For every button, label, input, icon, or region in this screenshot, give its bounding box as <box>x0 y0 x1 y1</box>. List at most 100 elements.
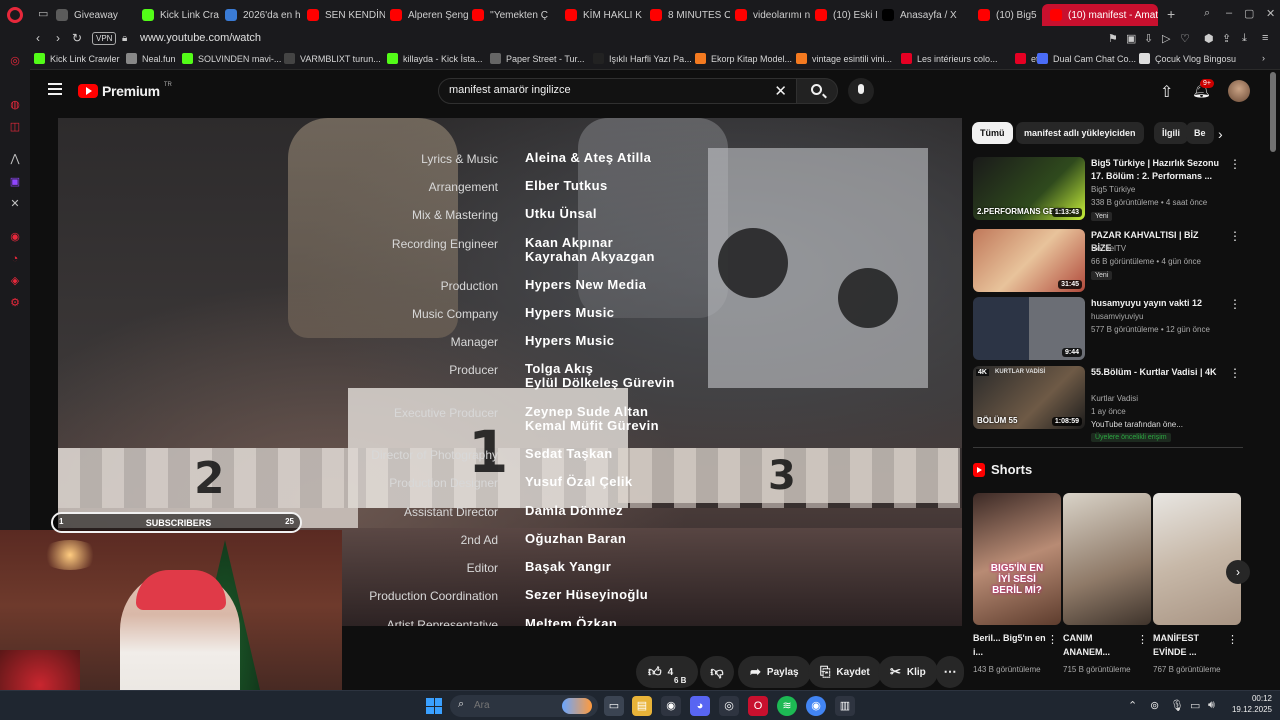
short-thumbnail[interactable] <box>1063 493 1151 625</box>
bookmark-item[interactable]: et <box>1015 53 1039 64</box>
maximize-icon[interactable]: ▢ <box>1244 7 1254 20</box>
browser-tab[interactable]: SEN KENDİNİ <box>307 4 385 26</box>
browser-tab[interactable]: (10) Big5 Tür <box>978 4 1038 26</box>
more-actions-button[interactable]: ⋯ <box>936 656 964 688</box>
back-icon[interactable]: ‹ <box>36 31 40 45</box>
scrollbar-thumb[interactable] <box>1270 72 1276 152</box>
video-thumbnail[interactable]: 9:44 <box>973 297 1085 360</box>
more-vertical-icon[interactable]: ⋮ <box>1229 366 1241 380</box>
browser-tab[interactable]: ''Yemekten Ç <box>472 4 560 26</box>
bookmark-item[interactable]: Kick Link Crawler <box>34 53 120 64</box>
taskbar-search[interactable]: ⌕ <box>450 695 598 717</box>
share-icon[interactable]: ⇪ <box>1222 32 1231 45</box>
recommended-video[interactable]: BÖLÜM 55 4K KURTLAR VADİSİ 1:08:59 55.Bölüm … <box>973 366 1243 442</box>
recommended-video[interactable]: 2.PERFORMANS GECE 1:13:43 Big5 Türkiye | H… <box>973 157 1243 221</box>
lock-icon[interactable]: 🔒︎ <box>122 33 127 44</box>
app-icon[interactable]: ▥ <box>835 696 855 716</box>
bookmark-item[interactable]: SOLVINDEN mavi-... <box>182 53 281 64</box>
opera-taskbar-icon[interactable]: O <box>748 696 768 716</box>
bookmarks-more-icon[interactable]: › <box>1262 53 1265 63</box>
youtube-logo[interactable]: Premium TR <box>78 82 172 99</box>
filter-chip[interactable]: manifest adlı yükleyiciden <box>1016 122 1144 144</box>
hamburger-menu-icon[interactable] <box>48 83 62 95</box>
bookmark-item[interactable]: Dual Cam Chat Co... <box>1037 53 1136 64</box>
browser-tab[interactable]: Giveaway <box>56 4 136 26</box>
page-scrollbar[interactable] <box>1270 72 1276 687</box>
new-tab-button[interactable]: + <box>1167 6 1175 22</box>
video-title[interactable]: Big5 Türkiye | Hazırlık Sezonu 17. Bölüm… <box>1091 157 1221 183</box>
bookmark-item[interactable]: Ekorp Kitap Model... <box>695 53 792 64</box>
tab-menu-icon[interactable]: ▭ <box>38 7 48 20</box>
task-view-icon[interactable]: ▭ <box>604 696 624 716</box>
bookmark-item[interactable]: VARMBLIXT turun... <box>284 53 381 64</box>
tray-expand-icon[interactable]: ⌃ <box>1128 699 1137 712</box>
filter-chip[interactable]: İlgili <box>1154 122 1188 144</box>
search-tabs-icon[interactable]: ⌕ <box>1204 7 1210 20</box>
bookmark-item[interactable]: Işıklı Harfli Yazı Pa... <box>593 53 692 64</box>
short-thumbnail[interactable] <box>1153 493 1241 625</box>
chrome-icon[interactable]: ◉ <box>806 696 826 716</box>
obs-icon[interactable]: ◉ <box>661 696 681 716</box>
voice-search-mic-icon[interactable] <box>848 78 874 104</box>
filter-chip[interactable]: Be <box>1186 122 1214 144</box>
file-explorer-icon[interactable]: ▤ <box>632 696 652 716</box>
discord-icon[interactable]: ◕ <box>690 696 710 716</box>
bookmark-item[interactable]: Les intérieurs colo... <box>901 53 998 64</box>
spotify-icon[interactable]: ≋ <box>777 696 797 716</box>
search-input[interactable] <box>449 84 769 96</box>
dislike-button[interactable]: 👎︎ <box>700 656 734 688</box>
short-title[interactable]: MANİFEST EVİNDE ... <box>1153 631 1229 659</box>
share-button[interactable]: ➦ Paylaş <box>738 656 811 688</box>
volume-icon[interactable]: 🔊︎ <box>1208 699 1215 712</box>
minimize-icon[interactable]: – <box>1226 7 1232 19</box>
browser-tab[interactable]: 8 MINUTES O <box>650 4 730 26</box>
browser-tab[interactable]: 2026'da en h <box>225 4 303 26</box>
sidebar-kick-icon[interactable]: ⋀ <box>8 152 22 166</box>
player-icon[interactable]: ▷ <box>1162 32 1170 45</box>
save-button[interactable]: ⎘ Kaydet <box>808 656 882 688</box>
more-vertical-icon[interactable]: ⋮ <box>1229 297 1241 311</box>
sidebar-player-icon[interactable]: ◉ <box>8 230 22 244</box>
menu-icon[interactable]: ≡ <box>1262 32 1268 44</box>
video-thumbnail[interactable]: 2.PERFORMANS GECE 1:13:43 <box>973 157 1085 220</box>
bookmark-item[interactable]: Neal.fun <box>126 53 176 64</box>
sidebar-x-icon[interactable]: ✕ <box>8 197 22 211</box>
url-field[interactable]: www.youtube.com/watch <box>140 32 261 44</box>
like-button[interactable]: 👍︎ 4 6 B <box>636 656 698 688</box>
create-upload-icon[interactable]: ⇧ <box>1160 82 1173 102</box>
tray-app-icon[interactable]: ⊚ <box>1150 699 1159 712</box>
more-vertical-icon[interactable]: ⋮ <box>1229 229 1241 243</box>
browser-tab[interactable]: Anasayfa / X <box>882 4 974 26</box>
sidebar-twitch-icon[interactable]: ▣ <box>8 175 22 189</box>
channel-name[interactable]: RechelTV <box>1091 244 1126 253</box>
video-title[interactable]: husamyuyu yayın vakti 12 <box>1091 297 1221 310</box>
mic-tray-icon[interactable]: 🎙︎ <box>1170 699 1184 712</box>
download-icon[interactable]: ⤓ <box>1242 32 1247 45</box>
vpn-badge[interactable]: VPN <box>92 32 117 45</box>
reload-icon[interactable]: ↻ <box>72 31 82 45</box>
video-thumbnail[interactable]: 31:45 <box>973 229 1085 292</box>
network-icon[interactable]: ▭ <box>1190 699 1200 712</box>
more-vertical-icon[interactable]: ⋮ <box>1137 633 1148 646</box>
sidebar-pinboard-icon[interactable]: ◈ <box>8 274 22 288</box>
bookmark-item[interactable]: vintage esintili vini... <box>796 53 892 64</box>
taskbar-search-input[interactable] <box>474 700 554 711</box>
bookmark-item[interactable]: Çocuk Vlog Bingosu <box>1139 53 1236 64</box>
sidebar-instagram-icon[interactable]: ◫ <box>8 120 22 134</box>
bookmark-icon[interactable]: ⚑ <box>1108 32 1118 45</box>
taskbar-clock[interactable]: 00:12 19.12.2025 <box>1226 693 1272 715</box>
more-vertical-icon[interactable]: ⋮ <box>1229 157 1241 171</box>
sidebar-aria-icon[interactable]: ◎ <box>8 54 22 68</box>
clip-button[interactable]: ✂ Klip <box>878 656 938 688</box>
filter-chip[interactable]: Tümü <box>972 122 1013 144</box>
clear-search-icon[interactable]: ✕ <box>774 82 787 100</box>
more-vertical-icon[interactable]: ⋮ <box>1227 633 1238 646</box>
windows-start-icon[interactable] <box>426 698 442 714</box>
chips-next-icon[interactable]: › <box>1218 126 1223 142</box>
browser-tab[interactable]: Kick Link Cra <box>142 4 220 26</box>
downloads-icon[interactable]: ⇩ <box>1144 32 1153 45</box>
short-thumbnail[interactable]: BIG5'İN EN İYİ SESİ BERİL Mİ? <box>973 493 1061 625</box>
browser-tab[interactable]: KİM HAKLI K <box>565 4 645 26</box>
account-avatar[interactable] <box>1228 80 1250 102</box>
channel-name[interactable]: Kurtlar Vadisi <box>1091 394 1138 403</box>
